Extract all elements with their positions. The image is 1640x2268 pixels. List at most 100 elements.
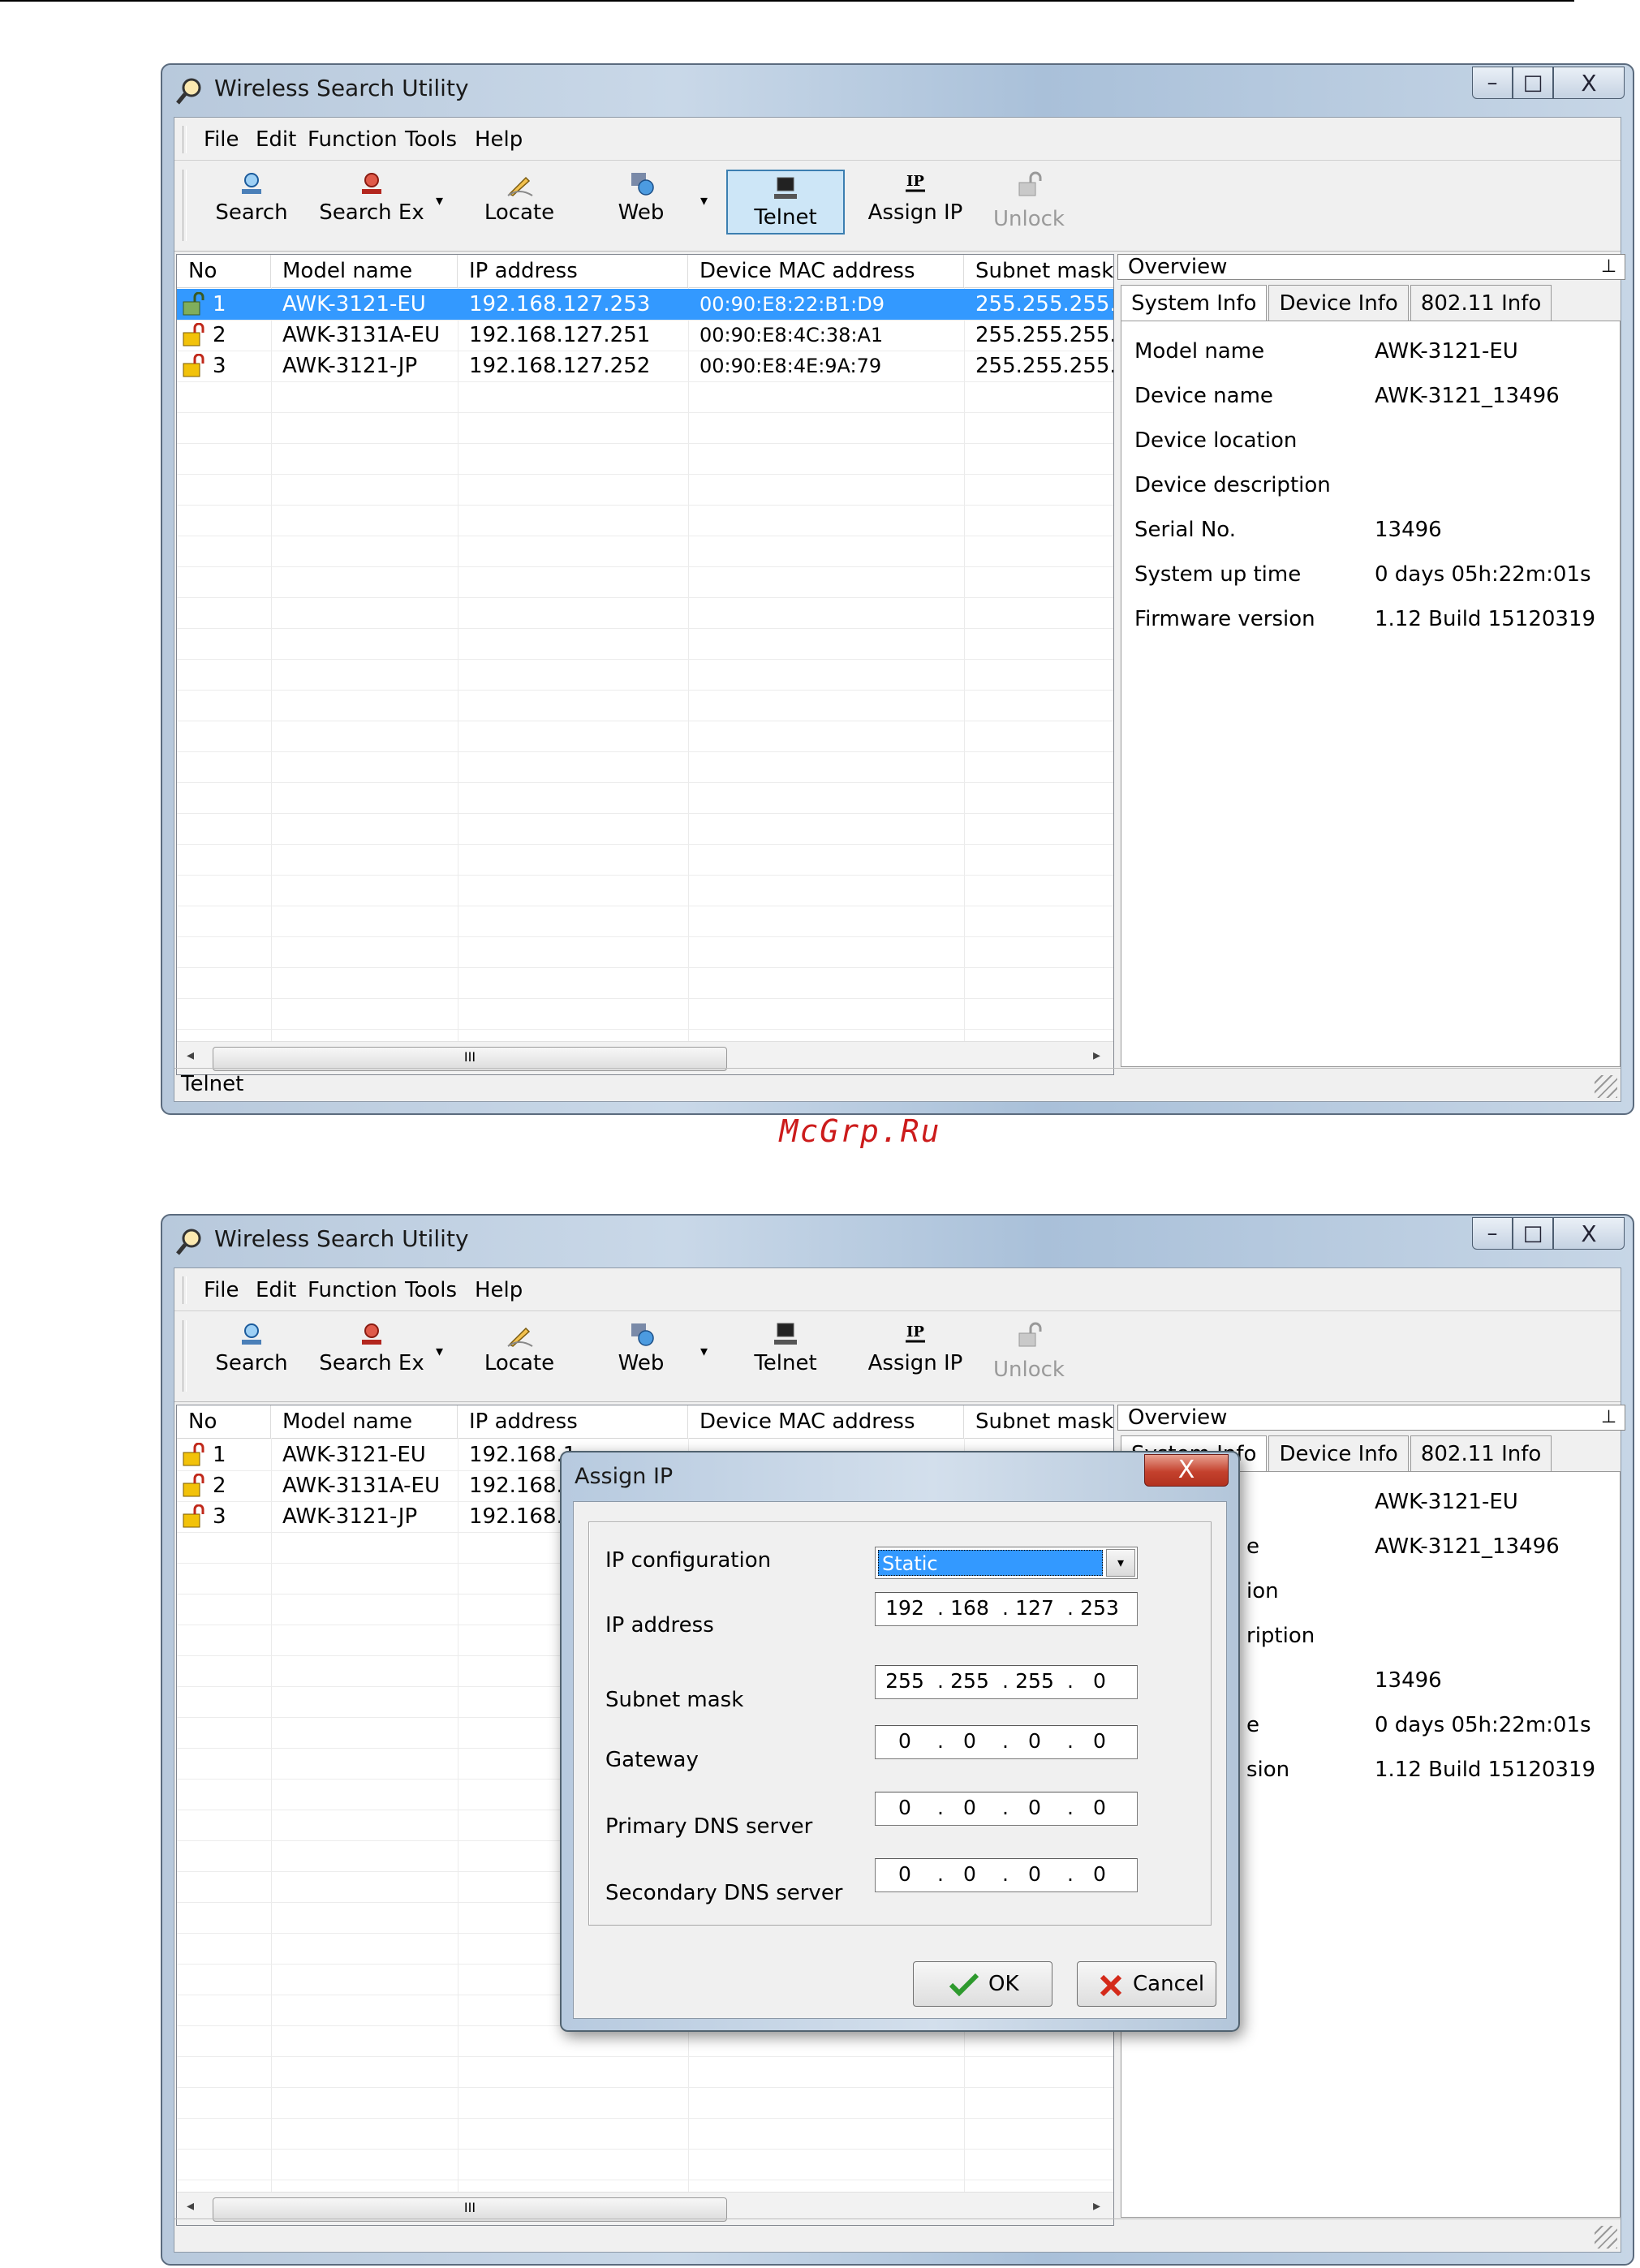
scroll-right-arrow-icon[interactable]: ▸ — [1093, 2197, 1100, 2214]
menu-file[interactable]: File — [204, 1278, 239, 1302]
gateway-field[interactable]: 0. 0. 0. 0 — [875, 1725, 1138, 1759]
dialog-close-button[interactable]: X — [1144, 1454, 1229, 1487]
toolbar-web-button[interactable]: Web — [605, 1317, 678, 1382]
octet[interactable]: 0 — [1012, 1729, 1057, 1753]
resize-grip-icon[interactable] — [1595, 1075, 1617, 1098]
octet[interactable]: 168 — [947, 1596, 992, 1620]
octet[interactable]: 0 — [1012, 1862, 1057, 1886]
locked-device-icon — [183, 323, 204, 346]
column-header-mac[interactable]: Device MAC address — [688, 255, 964, 287]
close-button[interactable]: X — [1553, 67, 1625, 99]
tab-device-info[interactable]: Device Info — [1268, 285, 1409, 321]
toolbar-search-button[interactable]: Search — [207, 1317, 296, 1382]
octet[interactable]: 0 — [1012, 1796, 1057, 1819]
toolbar-search-button[interactable]: Search — [207, 166, 296, 231]
menu-edit[interactable]: Edit — [256, 1278, 296, 1302]
search-ex-dropdown-arrow[interactable]: ▾ — [436, 192, 443, 209]
octet[interactable]: 0 — [882, 1862, 928, 1886]
resize-grip-icon[interactable] — [1595, 2226, 1617, 2249]
maximize-button[interactable]: □ — [1513, 67, 1553, 99]
chevron-down-icon[interactable]: ▾ — [1106, 1549, 1135, 1577]
field-label: System up time — [1134, 562, 1302, 587]
octet[interactable]: 0 — [882, 1796, 928, 1819]
toolbar-unlock-button[interactable]: Unlock — [984, 166, 1074, 231]
scroll-left-arrow-icon[interactable]: ◂ — [187, 2197, 194, 2214]
menu-help[interactable]: Help — [475, 1278, 523, 1302]
octet[interactable]: 0 — [1077, 1669, 1122, 1693]
column-header-model[interactable]: Model name — [271, 1405, 458, 1438]
octet[interactable]: 0 — [947, 1862, 992, 1886]
toolbar-web-button[interactable]: Web — [605, 166, 678, 231]
octet[interactable]: 192 — [882, 1596, 928, 1620]
dialog-client: IP configuration Static ▾ IP address 192… — [573, 1501, 1227, 2019]
menu-file[interactable]: File — [204, 127, 239, 152]
toolbar-search-ex-button[interactable]: Search Ex — [319, 166, 424, 231]
octet[interactable]: 0 — [947, 1796, 992, 1819]
column-header-ip[interactable]: IP address — [458, 1405, 688, 1438]
table-row[interactable]: 2 AWK-3131A-EU 192.168.127.251 00:90:E8:… — [177, 320, 1113, 351]
minimize-button[interactable]: – — [1472, 67, 1513, 99]
table-row[interactable]: 1 AWK-3121-EU 192.168.127.253 00:90:E8:2… — [177, 289, 1113, 320]
column-header-mask[interactable]: Subnet mask — [964, 1405, 1113, 1438]
tab-system-info[interactable]: System Info — [1121, 285, 1268, 322]
title-bar[interactable]: Wireless Search Utility – □ X — [162, 65, 1633, 114]
column-header-no[interactable]: No — [177, 255, 271, 287]
scroll-right-arrow-icon[interactable]: ▸ — [1093, 1047, 1100, 1064]
column-header-ip[interactable]: IP address — [458, 255, 688, 287]
toolbar-telnet-button[interactable]: Telnet — [734, 1317, 837, 1382]
search-ex-dropdown-arrow[interactable]: ▾ — [436, 1343, 443, 1360]
maximize-button[interactable]: □ — [1513, 1217, 1553, 1250]
menu-tools[interactable]: Tools — [405, 127, 457, 152]
primary-dns-field[interactable]: 0. 0. 0. 0 — [875, 1792, 1138, 1826]
subnet-mask-label: Subnet mask — [605, 1688, 744, 1712]
subnet-mask-field[interactable]: 255. 255. 255. 0 — [875, 1665, 1138, 1699]
octet[interactable]: 253 — [1077, 1596, 1122, 1620]
web-dropdown-arrow[interactable]: ▾ — [700, 192, 708, 209]
menu-help[interactable]: Help — [475, 127, 523, 152]
ip-address-field[interactable]: 192. 168. 127. 253 — [875, 1592, 1138, 1626]
menu-function[interactable]: Function — [308, 127, 398, 152]
column-header-mask[interactable]: Subnet mask — [964, 255, 1113, 287]
toolbar-unlock-button[interactable]: Unlock — [984, 1317, 1074, 1382]
menu-tools[interactable]: Tools — [405, 1278, 457, 1302]
tab-80211-info[interactable]: 802.11 Info — [1410, 285, 1552, 321]
octet[interactable]: 0 — [1077, 1796, 1122, 1819]
ip-configuration-select[interactable]: Static ▾ — [875, 1547, 1138, 1579]
cancel-button[interactable]: Cancel — [1077, 1961, 1216, 2007]
menu-function[interactable]: Function — [308, 1278, 398, 1302]
octet[interactable]: 0 — [1077, 1729, 1122, 1753]
toolbar-locate-button[interactable]: Locate — [475, 166, 564, 231]
octet[interactable]: 255 — [1012, 1669, 1057, 1693]
table-row[interactable]: 3 AWK-3121-JP 192.168.127.252 00:90:E8:4… — [177, 351, 1113, 381]
toolbar-telnet-button[interactable]: Telnet — [726, 170, 845, 235]
device-list[interactable]: No Model name IP address Device MAC addr… — [176, 254, 1114, 1075]
octet[interactable]: 0 — [882, 1729, 928, 1753]
column-header-mac[interactable]: Device MAC address — [688, 1405, 964, 1438]
octet[interactable]: 255 — [882, 1669, 928, 1693]
tab-80211-info[interactable]: 802.11 Info — [1410, 1435, 1552, 1471]
toolbar-locate-button[interactable]: Locate — [475, 1317, 564, 1382]
close-button[interactable]: X — [1553, 1217, 1625, 1250]
ip-configuration-label: IP configuration — [605, 1548, 772, 1573]
minimize-button[interactable]: – — [1472, 1217, 1513, 1250]
menu-edit[interactable]: Edit — [256, 127, 296, 152]
scroll-left-arrow-icon[interactable]: ◂ — [187, 1047, 194, 1064]
secondary-dns-field[interactable]: 0. 0. 0. 0 — [875, 1858, 1138, 1892]
overview-panel: Overview ⊥ System Info Device Info 802.1… — [1117, 254, 1625, 1074]
column-header-no[interactable]: No — [177, 1405, 271, 1438]
octet[interactable]: 0 — [1077, 1862, 1122, 1886]
title-bar[interactable]: Wireless Search Utility – □ X — [162, 1216, 1633, 1264]
ok-button[interactable]: OK — [913, 1961, 1052, 2007]
toolbar-assign-ip-button[interactable]: IP Assign IP — [863, 166, 968, 231]
octet[interactable]: 0 — [947, 1729, 992, 1753]
pin-icon[interactable]: ⊥ — [1601, 255, 1616, 279]
toolbar-assign-ip-button[interactable]: IP Assign IP — [863, 1317, 968, 1382]
toolbar-search-ex-button[interactable]: Search Ex — [319, 1317, 424, 1382]
tab-device-info[interactable]: Device Info — [1268, 1435, 1409, 1471]
pin-icon[interactable]: ⊥ — [1601, 1405, 1616, 1430]
cell-no: 3 — [213, 354, 226, 378]
web-dropdown-arrow[interactable]: ▾ — [700, 1343, 708, 1360]
column-header-model[interactable]: Model name — [271, 255, 458, 287]
octet[interactable]: 127 — [1012, 1596, 1057, 1620]
octet[interactable]: 255 — [947, 1669, 992, 1693]
